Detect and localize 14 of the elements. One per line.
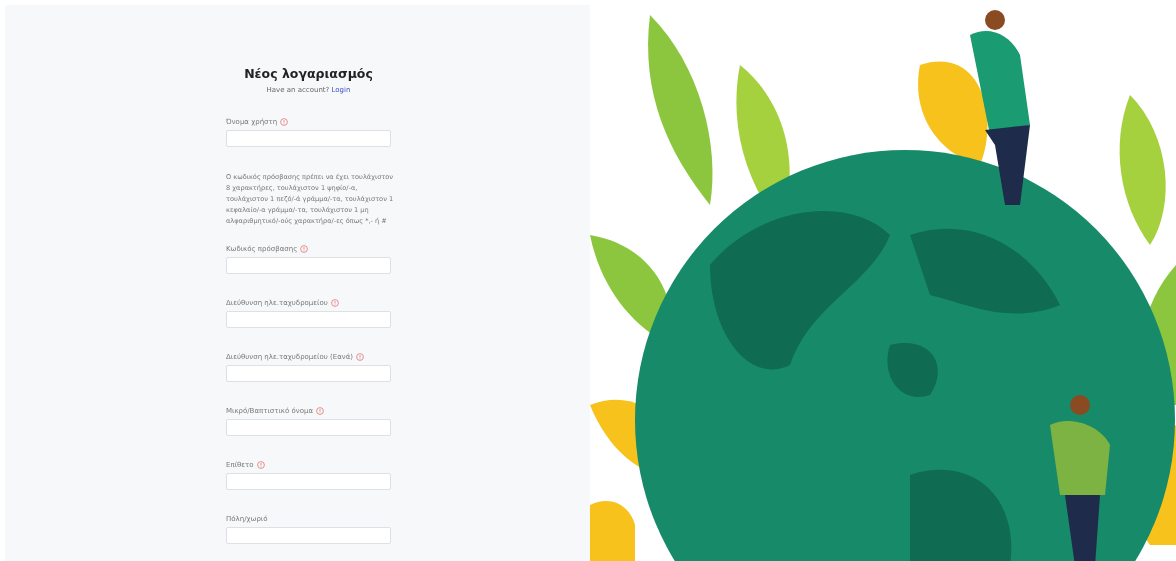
input-field[interactable] <box>226 257 391 274</box>
input-field[interactable] <box>226 527 391 544</box>
info-icon[interactable] <box>300 245 309 253</box>
input-field[interactable] <box>226 130 391 147</box>
info-icon[interactable] <box>280 118 289 126</box>
info-icon[interactable] <box>356 353 365 361</box>
input-field[interactable] <box>226 365 391 382</box>
info-icon[interactable] <box>330 299 339 307</box>
input-field[interactable] <box>226 311 391 328</box>
input-field[interactable] <box>226 473 391 490</box>
input-field[interactable] <box>226 419 391 436</box>
info-icon[interactable] <box>316 407 325 415</box>
info-icon[interactable] <box>256 461 265 469</box>
form-title: Νέος λογαριασμός <box>243 66 374 81</box>
